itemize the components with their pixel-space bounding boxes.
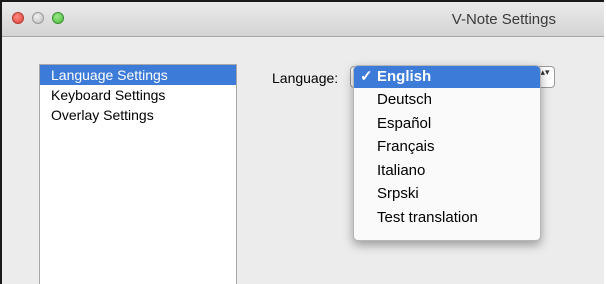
- language-dropdown-menu: ✓ English Deutsch Español Français Itali…: [353, 65, 541, 241]
- language-label: Language:: [272, 70, 339, 86]
- language-option-francais[interactable]: Français: [354, 135, 540, 159]
- language-option-english[interactable]: ✓ English: [354, 66, 540, 88]
- settings-window: V-Note Settings Language Settings Keyboa…: [0, 0, 604, 284]
- language-option-deutsch[interactable]: Deutsch: [354, 88, 540, 112]
- language-option-srpski[interactable]: Srpski: [354, 182, 540, 206]
- sidebar-item-keyboard-settings[interactable]: Keyboard Settings: [40, 85, 236, 105]
- sidebar-item-overlay-settings[interactable]: Overlay Settings: [40, 105, 236, 125]
- checkmark-icon: ✓: [360, 68, 373, 85]
- language-option-test-translation[interactable]: Test translation: [354, 206, 540, 230]
- option-label: English: [377, 68, 432, 85]
- title-bar[interactable]: V-Note Settings: [2, 2, 604, 37]
- language-option-italiano[interactable]: Italiano: [354, 159, 540, 183]
- sidebar-item-language-settings[interactable]: Language Settings: [40, 65, 236, 85]
- language-option-espanol[interactable]: Español: [354, 112, 540, 136]
- settings-sidebar: Language Settings Keyboard Settings Over…: [39, 64, 237, 284]
- window-title: V-Note Settings: [451, 11, 556, 28]
